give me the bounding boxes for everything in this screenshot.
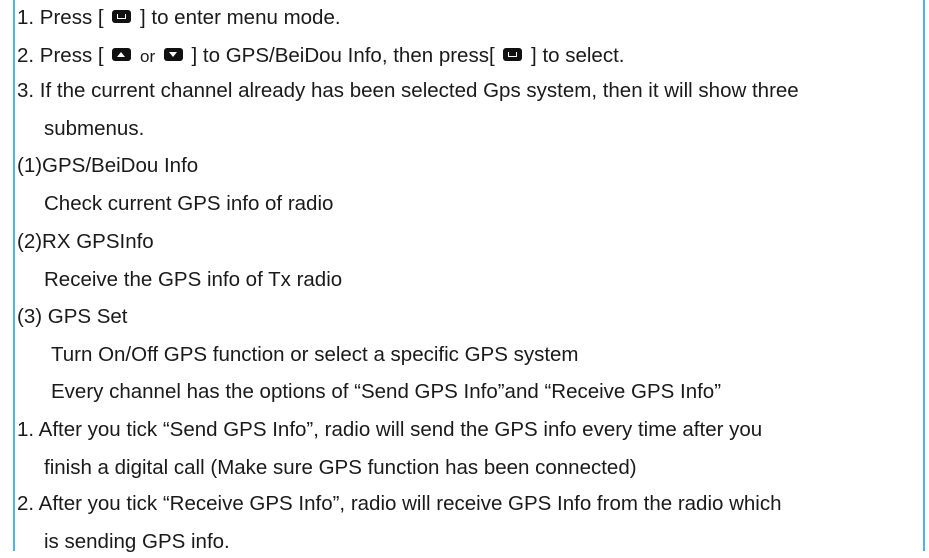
step-3-line-2: submenus. — [44, 117, 145, 140]
submenu-1-desc: Check current GPS info of radio — [44, 192, 334, 215]
menu-key-icon — [503, 48, 523, 61]
step-2-middle: ] to GPS/BeiDou Info, then press[ — [191, 44, 495, 67]
submenu-2-title: (2)RX GPSInfo — [17, 230, 154, 253]
submenu-3-desc: Turn On/Off GPS function or select a spe… — [51, 343, 579, 366]
page-left-border — [13, 0, 15, 551]
submenu-2-desc: Receive the GPS info of Tx radio — [44, 268, 343, 291]
page-right-border — [923, 0, 925, 551]
down-key-icon — [163, 48, 183, 61]
step-1: 1. Press [ ] to enter menu mode. — [17, 2, 341, 34]
submenu-3-desc-2: Every channel has the options of “Send G… — [51, 380, 722, 403]
step-2-suffix: ] to select. — [531, 44, 625, 67]
step-2-prefix: 2. Press [ — [17, 44, 104, 67]
submenu-3-title: (3) GPS Set — [17, 305, 128, 328]
submenu-1-title: (1)GPS/BeiDou Info — [17, 154, 199, 177]
note-1-line-1: 1. After you tick “Send GPS Info”, radio… — [17, 418, 763, 441]
step-3-line-1: 3. If the current channel already has be… — [17, 79, 799, 102]
step-2: 2. Press [ or ] to GPS/BeiDou Info, then… — [17, 40, 624, 72]
step-1-suffix: ] to enter menu mode. — [140, 6, 341, 29]
menu-key-icon — [112, 10, 132, 23]
note-1-line-2: finish a digital call (Make sure GPS fun… — [44, 456, 637, 479]
note-2-line-2: is sending GPS info. — [44, 530, 230, 553]
step-2-or: or — [140, 47, 156, 66]
step-1-prefix: 1. Press [ — [17, 6, 104, 29]
note-2-line-1: 2. After you tick “Receive GPS Info”, ra… — [17, 492, 782, 515]
up-key-icon — [112, 48, 132, 61]
